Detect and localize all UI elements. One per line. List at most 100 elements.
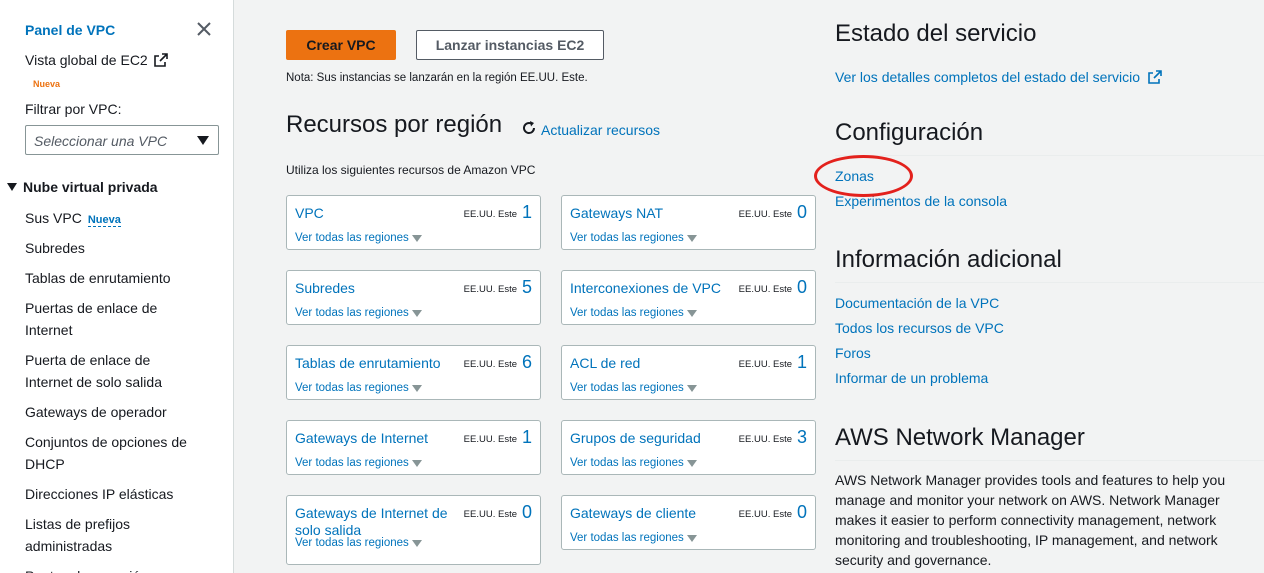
- usage-text: Utiliza los siguientes recursos de Amazo…: [286, 163, 536, 177]
- view-all-regions-link[interactable]: Ver todas las regiones: [295, 382, 422, 394]
- resource-card-count[interactable]: 5: [522, 277, 532, 298]
- caret-down-icon: [7, 183, 17, 191]
- resource-card-title[interactable]: Interconexiones de VPC: [570, 280, 735, 297]
- vpc-filter-select[interactable]: Seleccionar una VPC: [25, 125, 219, 155]
- view-all-regions-link[interactable]: Ver todas las regiones: [295, 537, 422, 549]
- service-health-heading: Estado del servicio: [835, 20, 1037, 47]
- resource-card-title[interactable]: Tablas de enrutamiento: [295, 355, 460, 372]
- close-icon[interactable]: [195, 20, 213, 38]
- view-all-regions-link[interactable]: Ver todas las regiones: [570, 232, 697, 244]
- view-all-regions-link[interactable]: Ver todas las regiones: [570, 307, 697, 319]
- sidebar-item-ec2-global-view[interactable]: Vista global de EC2: [25, 52, 168, 68]
- sidebar-item-route-tables[interactable]: Tablas de enrutamiento: [25, 267, 225, 289]
- resource-card-count[interactable]: 0: [797, 202, 807, 223]
- caret-down-icon: [411, 459, 422, 467]
- view-all-regions-link[interactable]: Ver todas las regiones: [295, 307, 422, 319]
- resource-card-count[interactable]: 0: [522, 502, 532, 523]
- resource-card-route-tables: Tablas de enrutamiento EE.UU. Este 6 Ver…: [286, 345, 541, 400]
- console-experiments-link[interactable]: Experimentos de la consola: [835, 193, 1007, 209]
- sidebar-item-your-vpcs[interactable]: Sus VPC Nueva: [25, 207, 225, 231]
- sidebar-section-vpc[interactable]: Nube virtual privada: [7, 179, 158, 195]
- all-vpc-resources-link[interactable]: Todos los recursos de VPC: [835, 320, 1004, 336]
- report-issue-link[interactable]: Informar de un problema: [835, 370, 988, 386]
- resource-card-title[interactable]: Gateways NAT: [570, 205, 735, 222]
- sidebar: Panel de VPC Vista global de EC2 Nueva F…: [0, 0, 234, 573]
- sidebar-item-label: Vista global de EC2: [25, 52, 148, 68]
- service-health-details-link[interactable]: Ver los detalles completos del estado de…: [835, 69, 1162, 85]
- view-all-regions-label: Ver todas las regiones: [570, 307, 684, 319]
- resource-card-region: EE.UU. Este: [463, 434, 517, 445]
- resource-card-region: EE.UU. Este: [738, 434, 792, 445]
- resource-card-count[interactable]: 0: [797, 502, 807, 523]
- view-all-regions-link[interactable]: Ver todas las regiones: [570, 382, 697, 394]
- sidebar-item-egress-only-gateways[interactable]: Puerta de enlace de Internet de solo sal…: [25, 349, 175, 393]
- resource-card-security-groups: Grupos de seguridad EE.UU. Este 3 Ver to…: [561, 420, 816, 475]
- resources-heading: Recursos por región: [286, 111, 503, 138]
- resource-card-egress-only-gateways: Gateways de Internet de solo salida EE.U…: [286, 495, 541, 565]
- resource-card-title[interactable]: VPC: [295, 205, 460, 222]
- resource-card-region: EE.UU. Este: [738, 284, 792, 295]
- caret-down-icon: [686, 384, 697, 392]
- launch-ec2-button[interactable]: Lanzar instancias EC2: [416, 30, 604, 60]
- sidebar-item-dhcp-options[interactable]: Conjuntos de opciones de DHCP: [25, 431, 195, 475]
- resource-card-internet-gateways: Gateways de Internet EE.UU. Este 1 Ver t…: [286, 420, 541, 475]
- sidebar-item-endpoints[interactable]: Puntos de conexión: [25, 565, 225, 573]
- view-all-regions-label: Ver todas las regiones: [570, 457, 684, 469]
- caret-down-icon: [411, 384, 422, 392]
- zones-link[interactable]: Zonas: [835, 168, 874, 184]
- create-vpc-button[interactable]: Crear VPC: [286, 30, 396, 60]
- resource-card-count[interactable]: 3: [797, 427, 807, 448]
- resource-card-title[interactable]: ACL de red: [570, 355, 735, 372]
- divider: [835, 460, 1264, 461]
- resource-card-title[interactable]: Gateways de cliente: [570, 505, 735, 522]
- new-badge: Nueva: [87, 214, 121, 227]
- resource-card-title[interactable]: Gateways de Internet: [295, 430, 460, 447]
- sidebar-item-prefix-lists[interactable]: Listas de prefijos administradas: [25, 513, 155, 557]
- external-link-icon: [153, 53, 168, 67]
- divider: [835, 282, 1264, 283]
- vpc-filter-placeholder: Seleccionar una VPC: [34, 133, 168, 149]
- view-all-regions-label: Ver todas las regiones: [570, 532, 684, 544]
- resource-card-vpc-peering: Interconexiones de VPC EE.UU. Este 0 Ver…: [561, 270, 816, 325]
- sidebar-item-internet-gateways[interactable]: Puertas de enlace de Internet: [25, 297, 175, 341]
- resource-card-region: EE.UU. Este: [463, 359, 517, 370]
- caret-down-icon: [411, 234, 422, 242]
- forums-link[interactable]: Foros: [835, 345, 871, 361]
- sidebar-title[interactable]: Panel de VPC: [25, 22, 115, 38]
- sidebar-item-label: Sus VPC: [25, 210, 82, 226]
- resource-card-count[interactable]: 1: [522, 202, 532, 223]
- resource-card-network-acl: ACL de red EE.UU. Este 1 Ver todas las r…: [561, 345, 816, 400]
- resource-card-count[interactable]: 0: [797, 277, 807, 298]
- resource-card-subnets: Subredes EE.UU. Este 5 Ver todas las reg…: [286, 270, 541, 325]
- resource-card-count[interactable]: 1: [522, 427, 532, 448]
- view-all-regions-link[interactable]: Ver todas las regiones: [295, 457, 422, 469]
- service-health-link-label: Ver los detalles completos del estado de…: [835, 69, 1141, 85]
- view-all-regions-label: Ver todas las regiones: [570, 232, 684, 244]
- caret-down-icon: [686, 309, 697, 317]
- resource-card-vpc: VPC EE.UU. Este 1 Ver todas las regiones: [286, 195, 541, 250]
- resource-card-region: EE.UU. Este: [463, 209, 517, 220]
- resource-card-region: EE.UU. Este: [463, 284, 517, 295]
- resource-card-title[interactable]: Subredes: [295, 280, 460, 297]
- resource-card-count[interactable]: 1: [797, 352, 807, 373]
- caret-down-icon: [686, 234, 697, 242]
- additional-info-heading: Información adicional: [835, 246, 1062, 273]
- resource-card-title[interactable]: Grupos de seguridad: [570, 430, 735, 447]
- view-all-regions-link[interactable]: Ver todas las regiones: [570, 532, 697, 544]
- caret-down-icon: [686, 459, 697, 467]
- refresh-label: Actualizar recursos: [541, 121, 661, 138]
- network-manager-description: AWS Network Manager provides tools and f…: [835, 472, 1226, 568]
- view-all-regions-link[interactable]: Ver todas las regiones: [295, 232, 422, 244]
- sidebar-item-subnets[interactable]: Subredes: [25, 237, 225, 259]
- vpc-documentation-link[interactable]: Documentación de la VPC: [835, 295, 999, 311]
- refresh-icon: [520, 119, 538, 140]
- resource-card-title[interactable]: Gateways de Internet de solo salida: [295, 505, 460, 539]
- view-all-regions-link[interactable]: Ver todas las regiones: [570, 457, 697, 469]
- refresh-resources-button[interactable]: Actualizar recursos: [520, 119, 660, 140]
- resource-card-count[interactable]: 6: [522, 352, 532, 373]
- sidebar-item-elastic-ips[interactable]: Direcciones IP elásticas: [25, 483, 225, 505]
- new-badge: Nueva: [33, 79, 61, 89]
- sidebar-item-carrier-gateways[interactable]: Gateways de operador: [25, 401, 225, 423]
- resource-card-region: EE.UU. Este: [463, 509, 517, 520]
- sidebar-section-label: Nube virtual privada: [23, 179, 158, 195]
